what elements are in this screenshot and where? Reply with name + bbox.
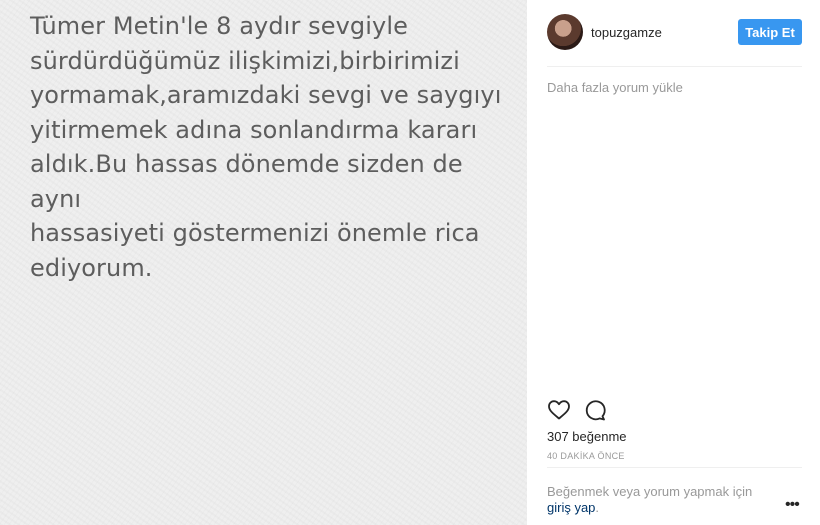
post-timestamp[interactable]: 40 DAKİKA ÖNCE — [547, 451, 625, 461]
action-bar — [547, 398, 802, 424]
login-prompt: Beğenmek veya yorum yapmak için giriş ya… — [547, 484, 777, 516]
follow-button[interactable]: Takip Et — [738, 19, 802, 45]
post-sidebar: topuzgamze Takip Et Daha fazla yorum yük… — [527, 0, 820, 525]
footer-divider — [547, 467, 802, 468]
post-image[interactable]: Tümer Metin'le 8 aydır sevgiyle sürdürdü… — [0, 0, 527, 525]
username-link[interactable]: topuzgamze — [591, 25, 662, 40]
like-count[interactable]: 307 beğenme — [547, 429, 627, 444]
avatar[interactable] — [547, 14, 583, 50]
login-prompt-text: Beğenmek veya yorum yapmak için — [547, 484, 753, 499]
login-prompt-end: . — [595, 500, 600, 515]
post-header: topuzgamze Takip Et — [547, 14, 802, 52]
load-more-comments-button[interactable]: Daha fazla yorum yükle — [547, 80, 683, 95]
post-image-text: Tümer Metin'le 8 aydır sevgiyle sürdürdü… — [30, 12, 502, 282]
header-divider — [547, 66, 802, 67]
comment-icon[interactable] — [583, 398, 607, 422]
login-link[interactable]: giriş yap — [547, 500, 595, 515]
heart-icon[interactable] — [547, 398, 571, 422]
more-options-button[interactable]: ••• — [785, 497, 800, 513]
